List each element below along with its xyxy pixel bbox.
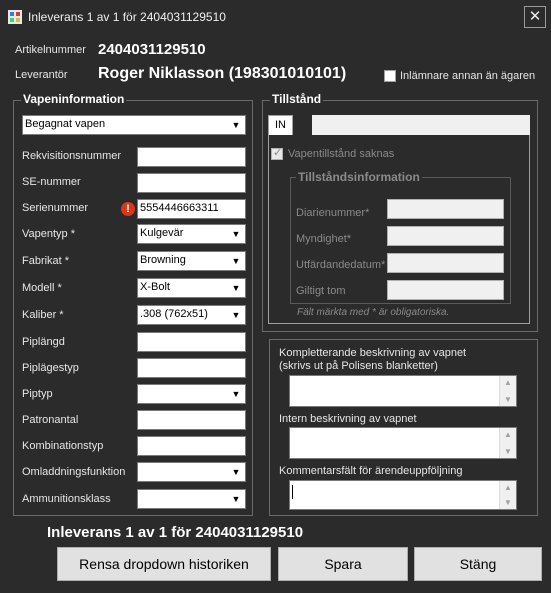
field-label: Kombinationstyp: [22, 440, 104, 452]
scroll-up-icon: ▲: [504, 430, 512, 439]
kommentar-textarea[interactable]: ▲ ▼: [289, 480, 517, 510]
field-label: Modell *: [22, 282, 62, 294]
annan-agare-label: Inlämnare annan än ägaren: [400, 70, 536, 82]
field-label: Omladdningsfunktion: [22, 466, 126, 478]
tab-in[interactable]: IN: [268, 115, 293, 136]
serienummer-input[interactable]: 5554446663311: [137, 199, 246, 219]
field-label: Piplägestyp: [22, 362, 79, 374]
artikelnummer-label: Artikelnummer: [15, 44, 86, 56]
field-label: Giltigt tom: [296, 285, 346, 297]
dropdown-value: Browning: [140, 254, 186, 266]
field-label: Fabrikat *: [22, 255, 70, 267]
field-label: Kaliber *: [22, 309, 64, 321]
condition-value: Begagnat vapen: [25, 118, 106, 130]
scroll-up-icon: ▲: [504, 378, 512, 387]
chevron-down-icon: ▼: [228, 464, 244, 480]
rensa-dropdown-button[interactable]: Rensa dropdown historiken: [57, 547, 271, 581]
leverantor-label: Leverantör: [15, 69, 68, 81]
field-label: Piplängd: [22, 336, 65, 348]
leverantor-value: Roger Niklasson (198301010101): [98, 65, 347, 82]
piptyp-dropdown[interactable]: ▼: [137, 384, 246, 404]
kompletterande-label-line2: (skrivs ut på Polisens blanketter): [279, 360, 438, 372]
kompletterande-textarea[interactable]: ▲ ▼: [289, 375, 517, 407]
window-title: Inleverans 1 av 1 för 2404031129510: [28, 10, 226, 24]
field-label: Ammunitionsklass: [22, 493, 111, 505]
title-bar: Inleverans 1 av 1 för 2404031129510 ✕: [0, 0, 551, 34]
chevron-down-icon: ▼: [228, 307, 244, 323]
field-label: Vapentyp *: [22, 228, 76, 240]
giltigt-tom-input[interactable]: [387, 280, 504, 300]
dropdown-value: X-Bolt: [140, 281, 170, 293]
scroll-down-icon: ▼: [504, 498, 512, 507]
stang-button[interactable]: Stäng: [414, 547, 542, 581]
vapeninformation-title: Vapeninformation: [21, 92, 127, 106]
myndighet-input[interactable]: [387, 226, 504, 246]
tab-in-label: IN: [275, 119, 286, 131]
scroll-up-icon: ▲: [504, 483, 512, 492]
scrollbar[interactable]: ▲ ▼: [499, 481, 516, 509]
checkmark-icon: ✓: [273, 147, 283, 159]
kompletterande-label-line1: Kompletterande beskrivning av vapnet: [279, 347, 467, 359]
vapentyp-dropdown[interactable]: Kulgevär ▼: [137, 224, 246, 244]
warning-icon: !: [121, 202, 135, 216]
piplagestyp-input[interactable]: [137, 358, 246, 378]
tab-strip: [312, 115, 530, 136]
artikelnummer-value: 2404031129510: [98, 41, 206, 58]
ammunitionsklass-dropdown[interactable]: ▼: [137, 489, 246, 509]
field-label: Serienummer: [22, 202, 89, 214]
status-text: Inleverans 1 av 1 för 2404031129510: [47, 524, 304, 541]
scroll-down-icon: ▼: [504, 395, 512, 404]
chevron-down-icon: ▼: [228, 253, 244, 269]
chevron-down-icon: ▼: [228, 117, 244, 133]
tillstand-title: Tillstånd: [270, 92, 324, 106]
spara-button[interactable]: Spara: [278, 547, 408, 581]
intern-textarea[interactable]: ▲ ▼: [289, 427, 517, 459]
chevron-down-icon: ▼: [228, 226, 244, 242]
intern-label: Intern beskrivning av vapnet: [279, 413, 417, 425]
kombinationstyp-input[interactable]: [137, 436, 246, 456]
scrollbar[interactable]: ▲ ▼: [499, 428, 516, 458]
condition-dropdown[interactable]: Begagnat vapen ▼: [22, 115, 246, 135]
kaliber-dropdown[interactable]: .308 (762x51) ▼: [137, 305, 246, 325]
scrollbar[interactable]: ▲ ▼: [499, 376, 516, 406]
dropdown-value: .308 (762x51): [140, 308, 208, 320]
scroll-down-icon: ▼: [504, 447, 512, 456]
field-label: Patronantal: [22, 414, 79, 426]
chevron-down-icon: ▼: [228, 280, 244, 296]
field-label: Diarienummer*: [296, 207, 370, 219]
annan-agare-checkbox[interactable]: [384, 70, 396, 82]
app-icon: [8, 10, 22, 24]
field-label: SE-nummer: [22, 176, 81, 188]
tillstandsinformation-title: Tillståndsinformation: [296, 170, 422, 184]
close-icon: ✕: [528, 8, 542, 25]
field-label: Piptyp: [22, 388, 53, 400]
fabrikat-dropdown[interactable]: Browning ▼: [137, 251, 246, 271]
field-label: Utfärdandedatum*: [296, 259, 386, 271]
diarienummer-input[interactable]: [387, 199, 504, 219]
patronantal-input[interactable]: [137, 410, 246, 430]
omladdningsfunktion-dropdown[interactable]: ▼: [137, 462, 246, 482]
chevron-down-icon: ▼: [228, 386, 244, 402]
field-label: Myndighet*: [296, 233, 352, 245]
field-label: Rekvisitionsnummer: [22, 150, 122, 162]
text-cursor: [292, 485, 293, 499]
kommentar-label: Kommentarsfält för ärendeuppföljning: [279, 465, 463, 477]
mandatory-note: Fält märkta med * är obligatoriska.: [297, 307, 450, 318]
dropdown-value: Kulgevär: [140, 227, 184, 239]
saknas-label: Vapentillstånd saknas: [288, 148, 395, 160]
modell-dropdown[interactable]: X-Bolt ▼: [137, 278, 246, 298]
chevron-down-icon: ▼: [228, 491, 244, 507]
se-nummer-input[interactable]: [137, 173, 246, 193]
close-button[interactable]: ✕: [524, 6, 546, 28]
utfardandedatum-input[interactable]: [387, 253, 504, 273]
rekvisitionsnummer-input[interactable]: [137, 147, 246, 167]
piplangd-input[interactable]: [137, 332, 246, 352]
saknas-checkbox[interactable]: ✓: [271, 147, 283, 160]
